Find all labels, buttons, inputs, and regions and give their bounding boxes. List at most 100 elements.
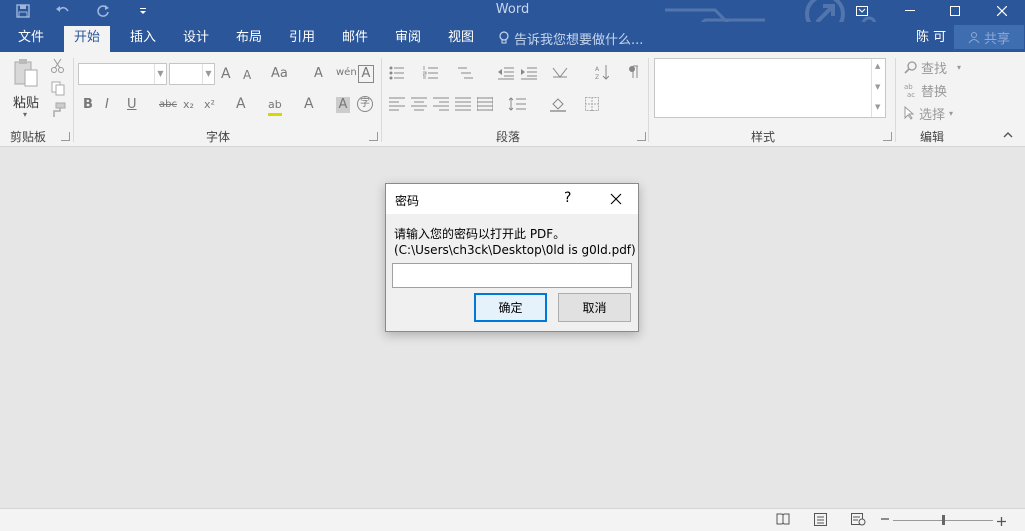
read-mode-button[interactable] — [776, 513, 790, 528]
help-button[interactable]: ? — [564, 190, 571, 206]
tab-review[interactable]: 审阅 — [385, 26, 431, 52]
cancel-button[interactable]: 取消 — [558, 293, 631, 322]
tab-file[interactable]: 文件 — [8, 26, 54, 52]
ok-button[interactable]: 确定 — [474, 293, 547, 322]
password-input[interactable] — [392, 263, 632, 288]
subscript-button[interactable]: x₂ — [183, 97, 194, 113]
cursor-icon — [904, 106, 915, 120]
chinese-layout-icon[interactable] — [551, 65, 569, 81]
multilevel-list-icon[interactable] — [457, 66, 473, 80]
dialog-title-bar: 密码 ? — [386, 184, 638, 214]
collapse-ribbon-button[interactable] — [1003, 130, 1013, 141]
styles-gallery-scrollbar[interactable]: ▲ ▼ ▼ — [871, 59, 885, 117]
clear-formatting-button[interactable]: A — [314, 66, 323, 82]
line-spacing-icon[interactable] — [508, 97, 526, 111]
undo-button[interactable] — [52, 1, 74, 21]
styles-launcher[interactable] — [883, 132, 892, 141]
align-left-icon[interactable] — [389, 97, 405, 111]
superscript-button[interactable]: x² — [204, 97, 215, 113]
maximize-icon — [950, 6, 960, 16]
redo-icon — [97, 5, 109, 17]
tell-me-box[interactable]: 告诉我您想要做什么... — [498, 26, 643, 50]
save-button[interactable] — [12, 1, 34, 21]
find-button[interactable]: 查找 ▾ — [904, 57, 961, 77]
select-button[interactable]: 选择 ▾ — [904, 103, 953, 123]
save-icon — [16, 4, 30, 18]
zoom-out-button[interactable] — [881, 511, 889, 527]
increase-indent-icon[interactable] — [521, 66, 537, 80]
align-center-icon[interactable] — [411, 97, 427, 111]
tab-home[interactable]: 开始 — [64, 26, 111, 52]
character-shading-button[interactable]: A — [336, 97, 350, 113]
print-layout-button[interactable] — [814, 513, 827, 529]
tab-mailings[interactable]: 邮件 — [332, 26, 378, 52]
clipboard-group-label: 剪贴板 — [10, 130, 47, 144]
highlight-button[interactable]: ab — [268, 97, 282, 116]
shading-icon[interactable] — [550, 96, 566, 112]
paste-icon — [14, 59, 38, 87]
font-color-button[interactable]: A — [304, 96, 314, 112]
bold-button[interactable]: B — [83, 97, 93, 113]
distributed-icon[interactable] — [477, 97, 493, 111]
font-launcher[interactable] — [369, 132, 378, 141]
copy-button[interactable] — [50, 80, 66, 101]
shrink-font-button[interactable]: A — [243, 67, 251, 83]
title-bar: Word — [0, 0, 1025, 42]
ribbon-display-options-button[interactable] — [842, 0, 882, 22]
zoom-slider-thumb[interactable] — [942, 515, 945, 525]
numbering-icon[interactable] — [423, 66, 439, 80]
tab-references[interactable]: 引用 — [279, 26, 325, 52]
strikethrough-button[interactable]: abc — [159, 97, 177, 113]
font-size-dropdown[interactable]: ▼ — [169, 63, 215, 85]
tab-insert[interactable]: 插入 — [120, 26, 166, 52]
plus-icon — [997, 517, 1006, 526]
tab-design[interactable]: 设计 — [173, 26, 219, 52]
copy-icon — [51, 81, 65, 96]
align-right-icon[interactable] — [433, 97, 449, 111]
replace-button[interactable]: ab ac 替换 — [904, 80, 947, 100]
clipboard-launcher[interactable] — [61, 132, 70, 141]
italic-button[interactable]: I — [105, 97, 109, 113]
tell-me-placeholder: 告诉我您想要做什么... — [514, 32, 644, 48]
sort-icon[interactable]: AZ — [595, 64, 609, 80]
chevron-down-icon: ▼ — [154, 64, 166, 84]
minimize-button[interactable] — [890, 0, 930, 22]
tab-view[interactable]: 视图 — [438, 26, 484, 52]
text-effects-button[interactable]: A — [236, 96, 246, 112]
paragraph-launcher[interactable] — [637, 132, 646, 141]
justify-icon[interactable] — [455, 97, 471, 111]
ribbon-tab-row: 文件 开始 插入 设计 布局 引用 邮件 审阅 视图 告诉我您想要做什么... … — [0, 22, 1025, 52]
read-mode-icon — [776, 513, 790, 525]
enclose-characters-button[interactable]: 字 — [357, 96, 373, 112]
web-layout-button[interactable] — [851, 513, 866, 529]
show-marks-icon[interactable] — [628, 65, 640, 79]
share-button[interactable]: 共享 — [954, 25, 1024, 49]
paste-button[interactable]: 粘贴 ▾ — [10, 58, 42, 120]
cut-button[interactable] — [50, 58, 66, 79]
group-separator — [648, 58, 649, 142]
phonetic-guide-button[interactable]: wén — [336, 65, 357, 81]
character-border-button[interactable]: A — [358, 65, 374, 83]
format-painter-button[interactable] — [50, 102, 66, 123]
ribbon-display-icon — [856, 6, 868, 16]
styles-group-label: 样式 — [751, 130, 776, 144]
dialog-close-button[interactable] — [608, 191, 624, 207]
share-label: 共享 — [983, 31, 1010, 47]
font-name-dropdown[interactable]: ▼ — [78, 63, 167, 85]
styles-gallery[interactable]: ▲ ▼ ▼ — [654, 58, 886, 118]
tab-layout[interactable]: 布局 — [226, 26, 272, 52]
redo-button[interactable] — [92, 1, 114, 21]
maximize-button[interactable] — [935, 0, 975, 22]
decrease-indent-icon[interactable] — [498, 66, 514, 80]
user-name[interactable]: 陈 可 — [916, 26, 946, 50]
underline-button[interactable]: U — [127, 97, 137, 113]
grow-font-button[interactable]: A — [221, 66, 231, 82]
borders-icon[interactable] — [585, 97, 599, 111]
minimize-icon — [905, 10, 915, 11]
zoom-in-button[interactable] — [997, 515, 1006, 529]
dialog-title: 密码 — [395, 194, 420, 208]
change-case-button[interactable]: Aa — [271, 66, 288, 82]
close-button[interactable] — [982, 0, 1022, 22]
bullets-icon[interactable] — [389, 66, 405, 80]
customize-qat-button[interactable] — [132, 1, 154, 21]
